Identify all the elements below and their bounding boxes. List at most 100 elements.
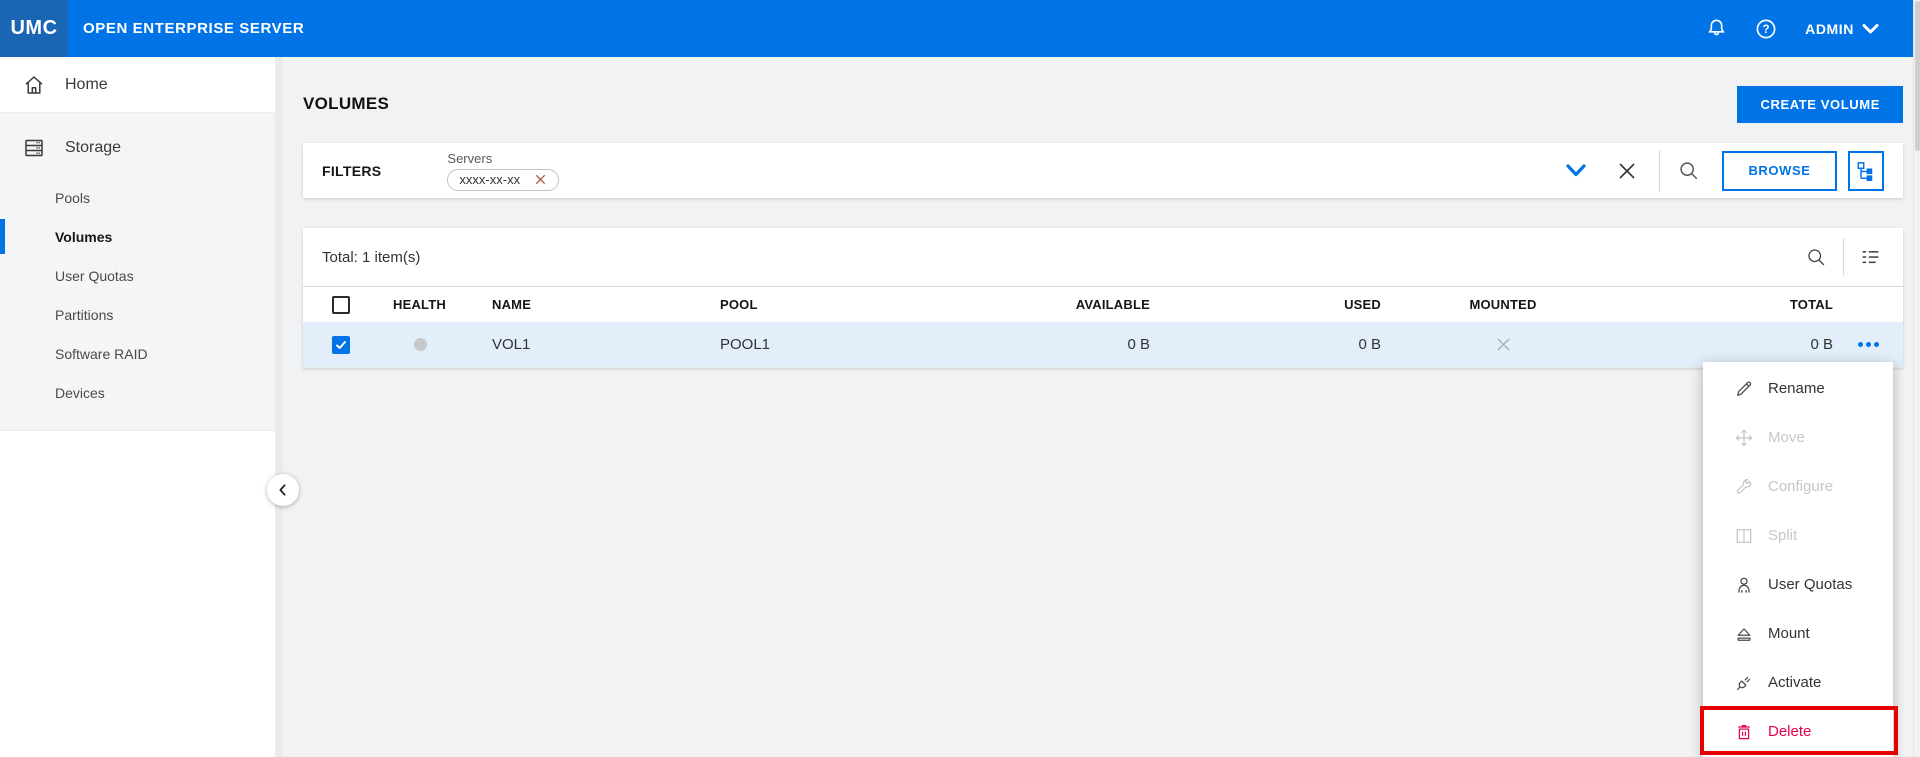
sidebar-collapse-button[interactable] [267, 474, 299, 506]
umc-logo[interactable]: UMC [0, 0, 68, 57]
menu-label-user-quotas: User Quotas [1768, 576, 1853, 593]
not-mounted-icon [1496, 338, 1510, 351]
row-checkbox[interactable] [332, 335, 350, 354]
sidebar-item-user-quotas[interactable]: User Quotas [0, 256, 283, 295]
expand-filters-chevron-icon[interactable] [1565, 163, 1587, 178]
table-header-row: HEALTH NAME POOL AVAILABLE USED MOUNTED … [303, 287, 1903, 322]
pool-name-cell: POOL1 [720, 336, 771, 353]
menu-item-move[interactable]: Move [1703, 413, 1893, 462]
column-header-used[interactable]: USED [1150, 297, 1381, 312]
select-all-checkbox[interactable] [332, 295, 350, 314]
column-header-name[interactable]: NAME [492, 297, 720, 312]
filters-search-icon[interactable] [1678, 160, 1700, 182]
help-icon[interactable]: ? [1753, 16, 1779, 42]
sidebar-item-home[interactable]: Home [0, 57, 283, 112]
sidebar-item-partitions[interactable]: Partitions [0, 295, 283, 334]
home-icon [25, 75, 43, 94]
clear-filters-icon[interactable] [1617, 161, 1637, 181]
top-bar: UMC OPEN ENTERPRISE SERVER ? ADMIN [0, 0, 1913, 57]
browse-button[interactable]: BROWSE [1722, 150, 1837, 191]
menu-item-mount[interactable]: Mount [1703, 609, 1893, 658]
total-items-label: Total: 1 item(s) [322, 248, 421, 266]
used-cell: 0 B [1358, 336, 1381, 353]
svg-text:?: ? [1763, 24, 1770, 36]
server-filter-chip-value: xxxx-xx-xx [459, 172, 521, 187]
sidebar-storage-label: Storage [65, 139, 122, 156]
toolbar-divider [1843, 238, 1844, 276]
column-header-health[interactable]: HEALTH [393, 297, 492, 312]
menu-item-configure[interactable]: Configure [1703, 462, 1893, 511]
menu-item-rename[interactable]: Rename [1703, 364, 1893, 413]
health-status-dot [414, 338, 427, 351]
sidebar-software-raid-label: Software RAID [55, 345, 148, 362]
page-title: VOLUMES [303, 94, 390, 113]
menu-item-delete[interactable]: Delete [1703, 707, 1893, 756]
chevron-left-icon [279, 484, 286, 496]
eject-icon [1737, 627, 1751, 641]
column-options-icon[interactable] [1860, 247, 1881, 268]
trash-icon [1738, 724, 1750, 739]
available-cell: 0 B [1127, 336, 1150, 353]
admin-user-label: ADMIN [1805, 20, 1854, 37]
tree-hierarchy-icon [1857, 161, 1873, 181]
sidebar-item-software-raid[interactable]: Software RAID [0, 334, 283, 373]
create-volume-button[interactable]: CREATE VOLUME [1737, 85, 1903, 123]
sidebar-pools-label: Pools [55, 189, 91, 206]
sidebar-partitions-label: Partitions [55, 306, 114, 323]
menu-label-move: Move [1768, 429, 1805, 446]
check-icon [336, 340, 346, 349]
sidebar-item-pools[interactable]: Pools [0, 178, 283, 217]
sidebar-scrollbar[interactable] [275, 57, 283, 757]
sidebar-devices-label: Devices [55, 384, 105, 401]
total-cell: 0 B [1810, 336, 1833, 353]
filters-divider [1659, 149, 1660, 192]
menu-item-user-quotas[interactable]: User Quotas [1703, 560, 1893, 609]
chip-remove-icon[interactable] [534, 173, 547, 186]
menu-item-split[interactable]: Split [1703, 511, 1893, 560]
sidebar-item-devices[interactable]: Devices [0, 373, 283, 412]
menu-label-split: Split [1768, 527, 1798, 544]
filters-bar: FILTERS Servers xxxx-xx-xx BROWSE [303, 143, 1903, 198]
chevron-down-icon [1862, 23, 1879, 33]
sidebar-section-storage: Storage Pools Volumes User Quotas Partit… [0, 112, 283, 431]
table-search-icon[interactable] [1806, 247, 1827, 268]
split-icon [1736, 528, 1752, 543]
servers-filter-group: Servers xxxx-xx-xx [447, 151, 560, 191]
menu-label-rename: Rename [1768, 380, 1825, 397]
menu-label-mount: Mount [1768, 625, 1810, 642]
menu-label-configure: Configure [1768, 478, 1834, 495]
main-content: VOLUMES CREATE VOLUME FILTERS Servers xx… [283, 57, 1913, 757]
tree-view-button[interactable] [1848, 150, 1884, 191]
row-actions-context-menu: Rename Move Configure Split User Quotas [1703, 362, 1893, 757]
user-icon [1738, 577, 1750, 593]
column-header-total[interactable]: TOTAL [1625, 297, 1833, 312]
scrollbar-thumb[interactable] [1914, 1, 1920, 151]
storage-icon [25, 139, 43, 157]
page-header: VOLUMES CREATE VOLUME [303, 57, 1903, 143]
volume-name-cell: VOL1 [492, 336, 531, 353]
sidebar-home-label: Home [65, 75, 108, 93]
column-header-pool[interactable]: POOL [720, 297, 950, 312]
sidebar-item-storage[interactable]: Storage [0, 118, 283, 178]
server-filter-chip[interactable]: xxxx-xx-xx [447, 168, 560, 191]
admin-user-menu[interactable]: ADMIN [1805, 21, 1879, 37]
wrench-icon [1736, 478, 1752, 494]
table-row[interactable]: VOL1 POOL1 0 B 0 B 0 B [303, 322, 1903, 368]
pencil-icon [1737, 380, 1752, 396]
page-scrollbar[interactable] [1913, 0, 1920, 757]
menu-label-activate: Activate [1768, 674, 1822, 691]
column-header-available[interactable]: AVAILABLE [950, 297, 1150, 312]
volumes-table: Total: 1 item(s) HEALTH NAME POOL AVAILA… [303, 228, 1903, 368]
mounted-cell [1381, 336, 1625, 353]
menu-label-delete: Delete [1768, 723, 1812, 740]
menu-item-activate[interactable]: Activate [1703, 658, 1893, 707]
table-toolbar: Total: 1 item(s) [303, 228, 1903, 287]
row-actions-menu-icon[interactable] [1857, 342, 1879, 347]
sidebar-user-quotas-label: User Quotas [55, 267, 134, 284]
plug-icon [1736, 676, 1751, 690]
product-title: OPEN ENTERPRISE SERVER [83, 20, 305, 37]
notifications-bell-icon[interactable] [1703, 16, 1729, 42]
topbar-actions: ? ADMIN [1703, 16, 1913, 42]
column-header-mounted[interactable]: MOUNTED [1381, 297, 1625, 312]
sidebar-item-volumes[interactable]: Volumes [0, 217, 283, 256]
